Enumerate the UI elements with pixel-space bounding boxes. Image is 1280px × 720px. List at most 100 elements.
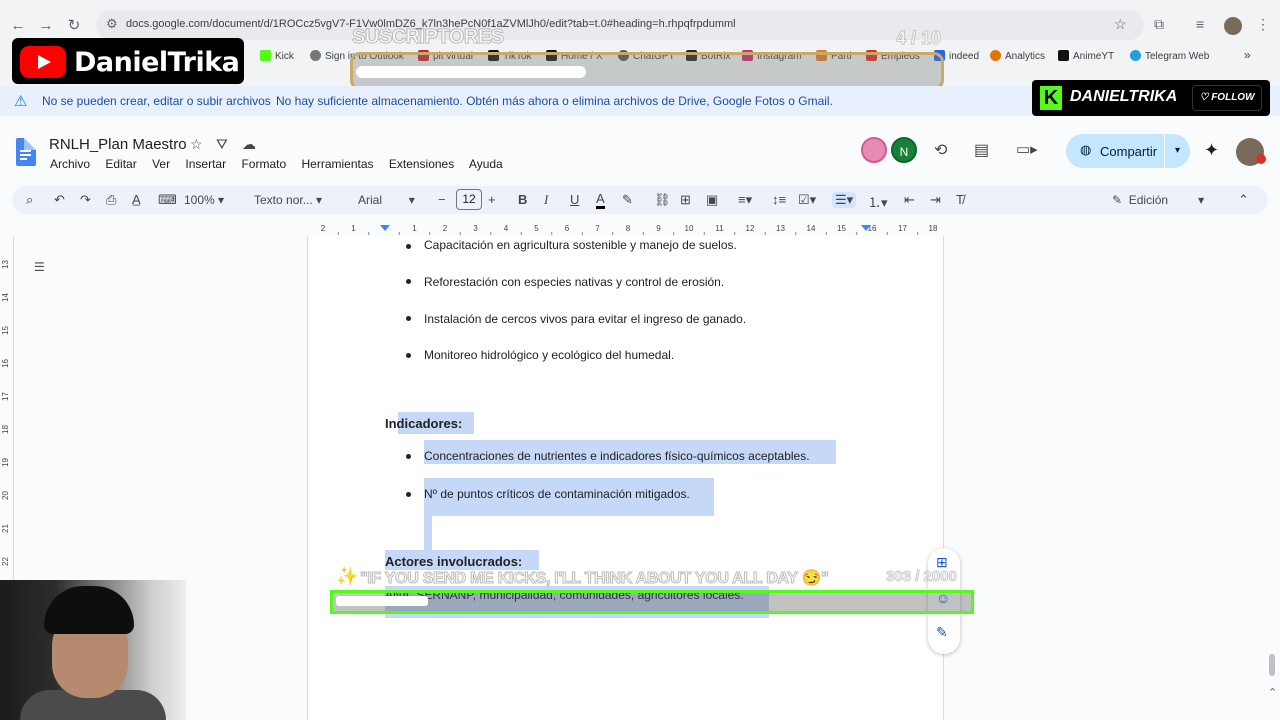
ruler-number: 15 [0,326,10,335]
highlight-icon[interactable]: ✎ [622,192,633,208]
suggest-edits-icon[interactable]: ✎ [936,624,948,641]
document-page[interactable]: Capacitación en agricultura sostenible y… [307,236,944,720]
list-item[interactable]: Monitoreo hidrológico y ecológico del hu… [424,348,674,362]
reading-list-icon[interactable]: ≡ [1196,16,1204,32]
gemini-icon[interactable]: ✦ [1204,140,1219,161]
checklist-icon[interactable]: ☑▾ [798,192,816,208]
star-icon[interactable]: ☆ [190,136,203,153]
style-select[interactable]: Texto nor... ▾ [254,193,322,207]
left-indent-marker[interactable] [380,225,390,231]
kick-follow-button[interactable]: ♡ FOLLOW [1192,85,1262,111]
horizontal-ruler[interactable]: 2 1 1 2 3 4 5 6 7 8 9 10 11 12 13 14 15 16 17 18 [308,222,944,236]
bookmark-item[interactable]: Analytics [990,50,1045,62]
search-menus-icon[interactable]: ⌕ [26,192,33,208]
chat-goal-fill [336,596,428,606]
extensions-icon[interactable]: ⧉ [1154,16,1164,33]
reload-icon[interactable]: ↻ [64,16,84,36]
collapse-toolbar-icon[interactable]: ⌃ [1238,192,1249,208]
menu-ver[interactable]: Ver [152,157,170,171]
ruler-number: 14 [0,293,10,302]
increase-indent-icon[interactable]: ⇥ [930,192,941,208]
decrease-indent-icon[interactable]: ⇤ [904,192,915,208]
document-title[interactable]: RNLH_Plan Maestro [49,136,187,153]
bulleted-list-icon[interactable]: ☰▾ [832,192,857,208]
ruler-number: 22 [0,557,10,566]
scroll-thumb[interactable] [1269,654,1275,676]
italic-icon[interactable]: I [544,192,548,208]
share-dropdown-icon[interactable]: ▾ [1164,134,1190,168]
document-outline-icon[interactable]: ☰ [34,260,48,274]
bookmarks-overflow-icon[interactable]: » [1244,48,1251,62]
menu-editar[interactable]: Editar [105,157,136,171]
numbered-list-icon[interactable]: ⒈▾ [868,192,888,211]
add-comment-icon[interactable]: ⊞ [680,192,691,208]
collaborator-avatar-n[interactable]: N [891,137,917,163]
list-item[interactable]: Reforestación con especies nativas y con… [424,275,724,289]
undo-icon[interactable]: ↶ [54,192,65,208]
vertical-ruler[interactable]: 13 14 15 16 17 18 19 20 21 22 [0,236,14,580]
print-icon[interactable]: ⎙ [106,192,116,208]
docs-header: RNLH_Plan Maestro ☆ ⛛ ☁ Archivo Editar V… [0,116,1280,184]
forward-icon[interactable]: → [36,16,56,36]
bookmark-item[interactable]: Telegram Web [1130,50,1209,62]
editing-mode-select[interactable]: ✎ Edición ▾ [1112,193,1204,207]
scroll-up-icon[interactable]: ⌃ [1268,686,1277,699]
comments-icon[interactable]: ▤ [974,140,989,160]
bold-icon[interactable]: B [518,192,527,207]
line-spacing-icon[interactable]: ↕≡ [772,192,786,207]
site-info-icon[interactable]: ⚙ [106,16,118,32]
menu-insertar[interactable]: Insertar [185,157,226,171]
font-select[interactable]: Arial ▾ [358,193,415,207]
zoom-select[interactable]: 100% ▾ [184,193,224,207]
menu-ayuda[interactable]: Ayuda [469,157,503,171]
move-folder-icon[interactable]: ⛛ [216,136,228,153]
spellcheck-icon[interactable]: A̲ [132,192,141,207]
bookmark-star-icon[interactable]: ☆ [1114,16,1127,33]
chat-goal-message: "IF YOU SEND ME KICKS, I'LL THINK ABOUT … [359,570,829,588]
notification-dot [1256,154,1266,164]
meet-icon[interactable]: ▭▸ [1016,140,1038,158]
heading-actores[interactable]: Actores involucrados: [385,554,522,569]
underline-icon[interactable]: U [570,192,579,207]
history-icon[interactable]: ⟲ [934,140,947,160]
menu-herramientas[interactable]: Herramientas [301,157,373,171]
list-item[interactable]: Capacitación en agricultura sostenible y… [424,238,737,252]
paint-format-icon[interactable]: ⌨ [158,192,177,208]
back-icon[interactable]: ← [8,16,28,36]
insert-image-icon[interactable]: ▣ [706,192,718,208]
heading-indicadores[interactable]: Indicadores: [385,416,462,431]
ruler-number: 3 [473,224,478,233]
collaborator-avatar[interactable] [861,137,887,163]
share-button[interactable]: ◍ Compartir ▾ [1066,134,1190,168]
more-icon[interactable]: ⋮ [1256,16,1270,33]
ruler-number: 1 [412,224,417,233]
link-icon[interactable]: ⛓ [654,192,671,208]
list-item[interactable]: Concentraciones de nutrientes e indicado… [424,449,810,463]
ruler-number: 17 [0,392,10,401]
ruler-number: 7 [595,224,600,233]
clear-formatting-icon[interactable]: T̸ [956,192,964,207]
kick-logo-icon: K [1040,86,1062,110]
menu-archivo[interactable]: Archivo [50,157,90,171]
list-item[interactable]: Nº de puntos críticos de contaminación m… [424,487,690,501]
text-color-icon[interactable]: A [596,192,605,209]
subscriber-goal-fill [356,66,586,78]
bookmark-item[interactable]: Kick [260,50,294,62]
menu-formato[interactable]: Formato [241,157,286,171]
selection-highlight [424,516,432,550]
list-item[interactable]: Instalación de cercos vivos para evitar … [424,312,746,326]
vertical-scrollbar[interactable]: ⌃ [1268,236,1280,720]
profile-avatar[interactable] [1224,17,1242,35]
redo-icon[interactable]: ↷ [80,192,91,208]
bullet-marker [406,353,411,358]
cloud-status-icon[interactable]: ☁ [242,136,256,153]
docs-logo-icon[interactable] [16,138,36,166]
decrease-font-size-icon[interactable]: − [438,192,446,207]
align-icon[interactable]: ≡▾ [738,192,752,208]
bullet-marker [406,316,411,321]
menu-extensiones[interactable]: Extensiones [389,157,454,171]
font-size-input[interactable]: 12 [456,189,482,210]
increase-font-size-icon[interactable]: + [488,192,496,207]
bookmark-item[interactable]: AnimeYT [1058,50,1114,62]
address-bar[interactable]: ⚙ docs.google.com/document/d/1ROCcz5vgV7… [96,10,1144,40]
